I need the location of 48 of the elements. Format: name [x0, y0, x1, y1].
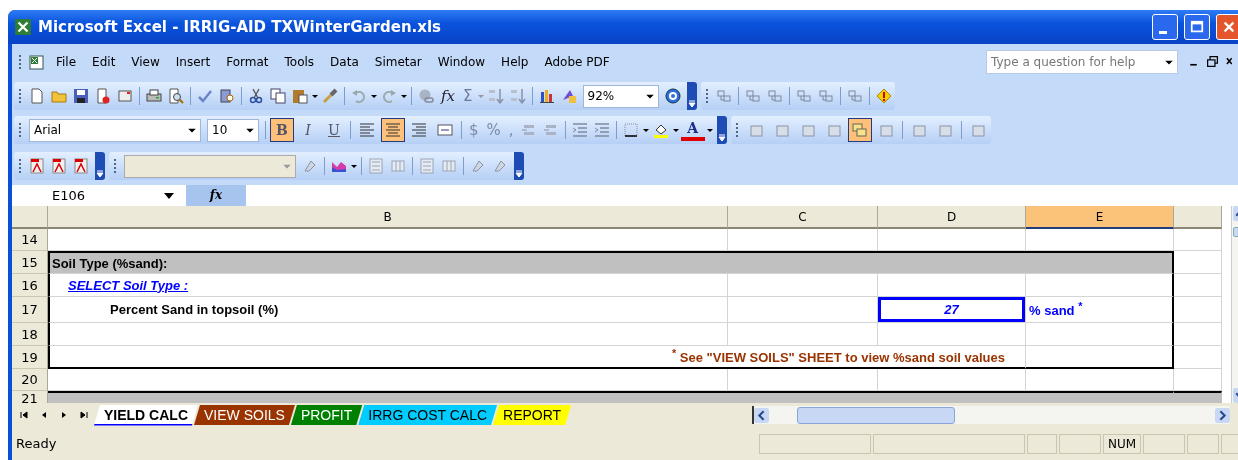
sheet-tab[interactable]: YIELD CALC — [94, 404, 198, 426]
sheet-tab[interactable]: REPORT — [493, 405, 572, 425]
row-header[interactable]: 15 — [12, 251, 48, 274]
row-header[interactable]: 16 — [12, 274, 48, 297]
underline-button[interactable]: U — [322, 118, 346, 142]
menu-item[interactable]: Tools — [276, 54, 323, 69]
menu-item[interactable]: View — [123, 54, 168, 69]
sheet-tab[interactable]: PROFIT — [290, 405, 363, 425]
help-search-field[interactable]: Type a question for help — [986, 49, 1178, 74]
font-size-field[interactable]: 10 — [207, 118, 259, 142]
italic-button[interactable]: I — [296, 118, 320, 142]
row-header[interactable]: 14 — [12, 229, 48, 251]
menu-item[interactable]: Window — [429, 54, 494, 69]
menu-item[interactable]: Insert — [167, 54, 219, 69]
menu-item[interactable]: Help — [493, 54, 537, 69]
section-title: Soil Type (%sand): — [51, 255, 168, 271]
input-cell[interactable]: 27 — [878, 297, 1025, 322]
num-lock-indicator: NUM — [1103, 433, 1141, 454]
menu-item[interactable]: Edit — [84, 54, 124, 69]
sheet-tab[interactable]: IRRG COST CALC — [358, 405, 498, 425]
unit-label: % sand $^{*}$ — [1028, 300, 1083, 319]
menu-item[interactable]: Format — [218, 54, 277, 69]
insert-function-button[interactable]: fx — [437, 87, 459, 105]
font-field[interactable]: Arial — [29, 118, 201, 142]
font-color-button[interactable]: A — [680, 119, 705, 141]
sheet-tab[interactable]: VIEW SOILS — [194, 405, 295, 425]
zoom-field[interactable]: 92% — [582, 84, 659, 108]
bold-button[interactable]: B — [270, 118, 294, 142]
cell-label: Percent Sand in topsoil (%) — [109, 302, 279, 317]
row-header[interactable]: 18 — [12, 323, 48, 346]
menu-item[interactable]: Data — [322, 54, 367, 69]
status-text: Ready — [16, 436, 57, 451]
name-box[interactable]: E106 — [12, 185, 152, 206]
menu-item[interactable]: Adobe PDF — [536, 54, 618, 69]
menu-item[interactable]: File — [48, 54, 85, 69]
column-header[interactable]: C — [728, 206, 878, 229]
row-header[interactable]: 19 — [12, 346, 48, 369]
row-header[interactable]: 17 — [12, 297, 48, 323]
column-header[interactable]: E — [1026, 206, 1174, 229]
window-title: Microsoft Excel - IRRIG-AID TXWinterGarden.xls — [38, 18, 442, 36]
row-header[interactable]: 21 — [12, 391, 48, 403]
insert-function-button[interactable]: fx — [186, 185, 246, 206]
menu-item[interactable]: Simetar — [366, 54, 430, 69]
column-header[interactable]: D — [878, 206, 1026, 229]
note-text: $^{*}$ See "VIEW SOILS" SHEET to view %sand soil values — [672, 347, 1005, 366]
row-header[interactable]: 20 — [12, 369, 48, 391]
column-header[interactable]: B — [48, 206, 728, 229]
select-soil-link[interactable]: SELECT Soil Type : — [50, 277, 189, 293]
